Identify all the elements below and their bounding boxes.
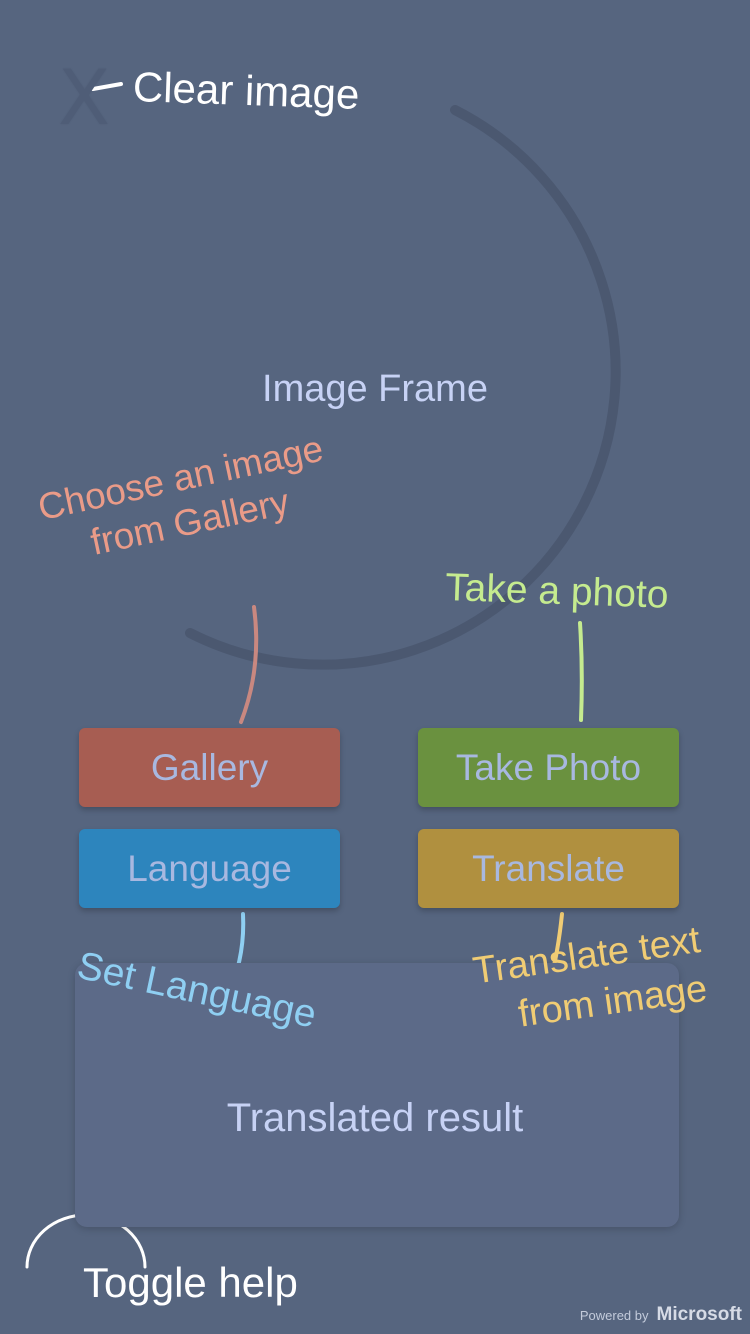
translate-button[interactable]: Translate: [418, 829, 679, 908]
take-photo-hint: Take a photo: [444, 566, 670, 617]
powered-by-label: Powered by: [579, 1308, 649, 1323]
language-button[interactable]: Language: [79, 829, 340, 908]
image-frame-label: Image Frame: [262, 368, 488, 410]
microsoft-logo: Microsoft: [656, 1304, 743, 1325]
gallery-button[interactable]: Gallery: [79, 728, 340, 807]
clear-image-button[interactable]: X: [58, 60, 110, 136]
translated-result-label: Translated result: [226, 1096, 524, 1140]
photo-pointer-line: [578, 621, 584, 722]
clear-image-annotation: Clear image: [132, 63, 361, 118]
toggle-help-button[interactable]: Toggle help: [83, 1262, 298, 1304]
take-photo-button[interactable]: Take Photo: [418, 728, 679, 807]
powered-by-footer: Powered by Microsoft: [580, 1304, 742, 1326]
gallery-pointer-line: [239, 605, 259, 724]
